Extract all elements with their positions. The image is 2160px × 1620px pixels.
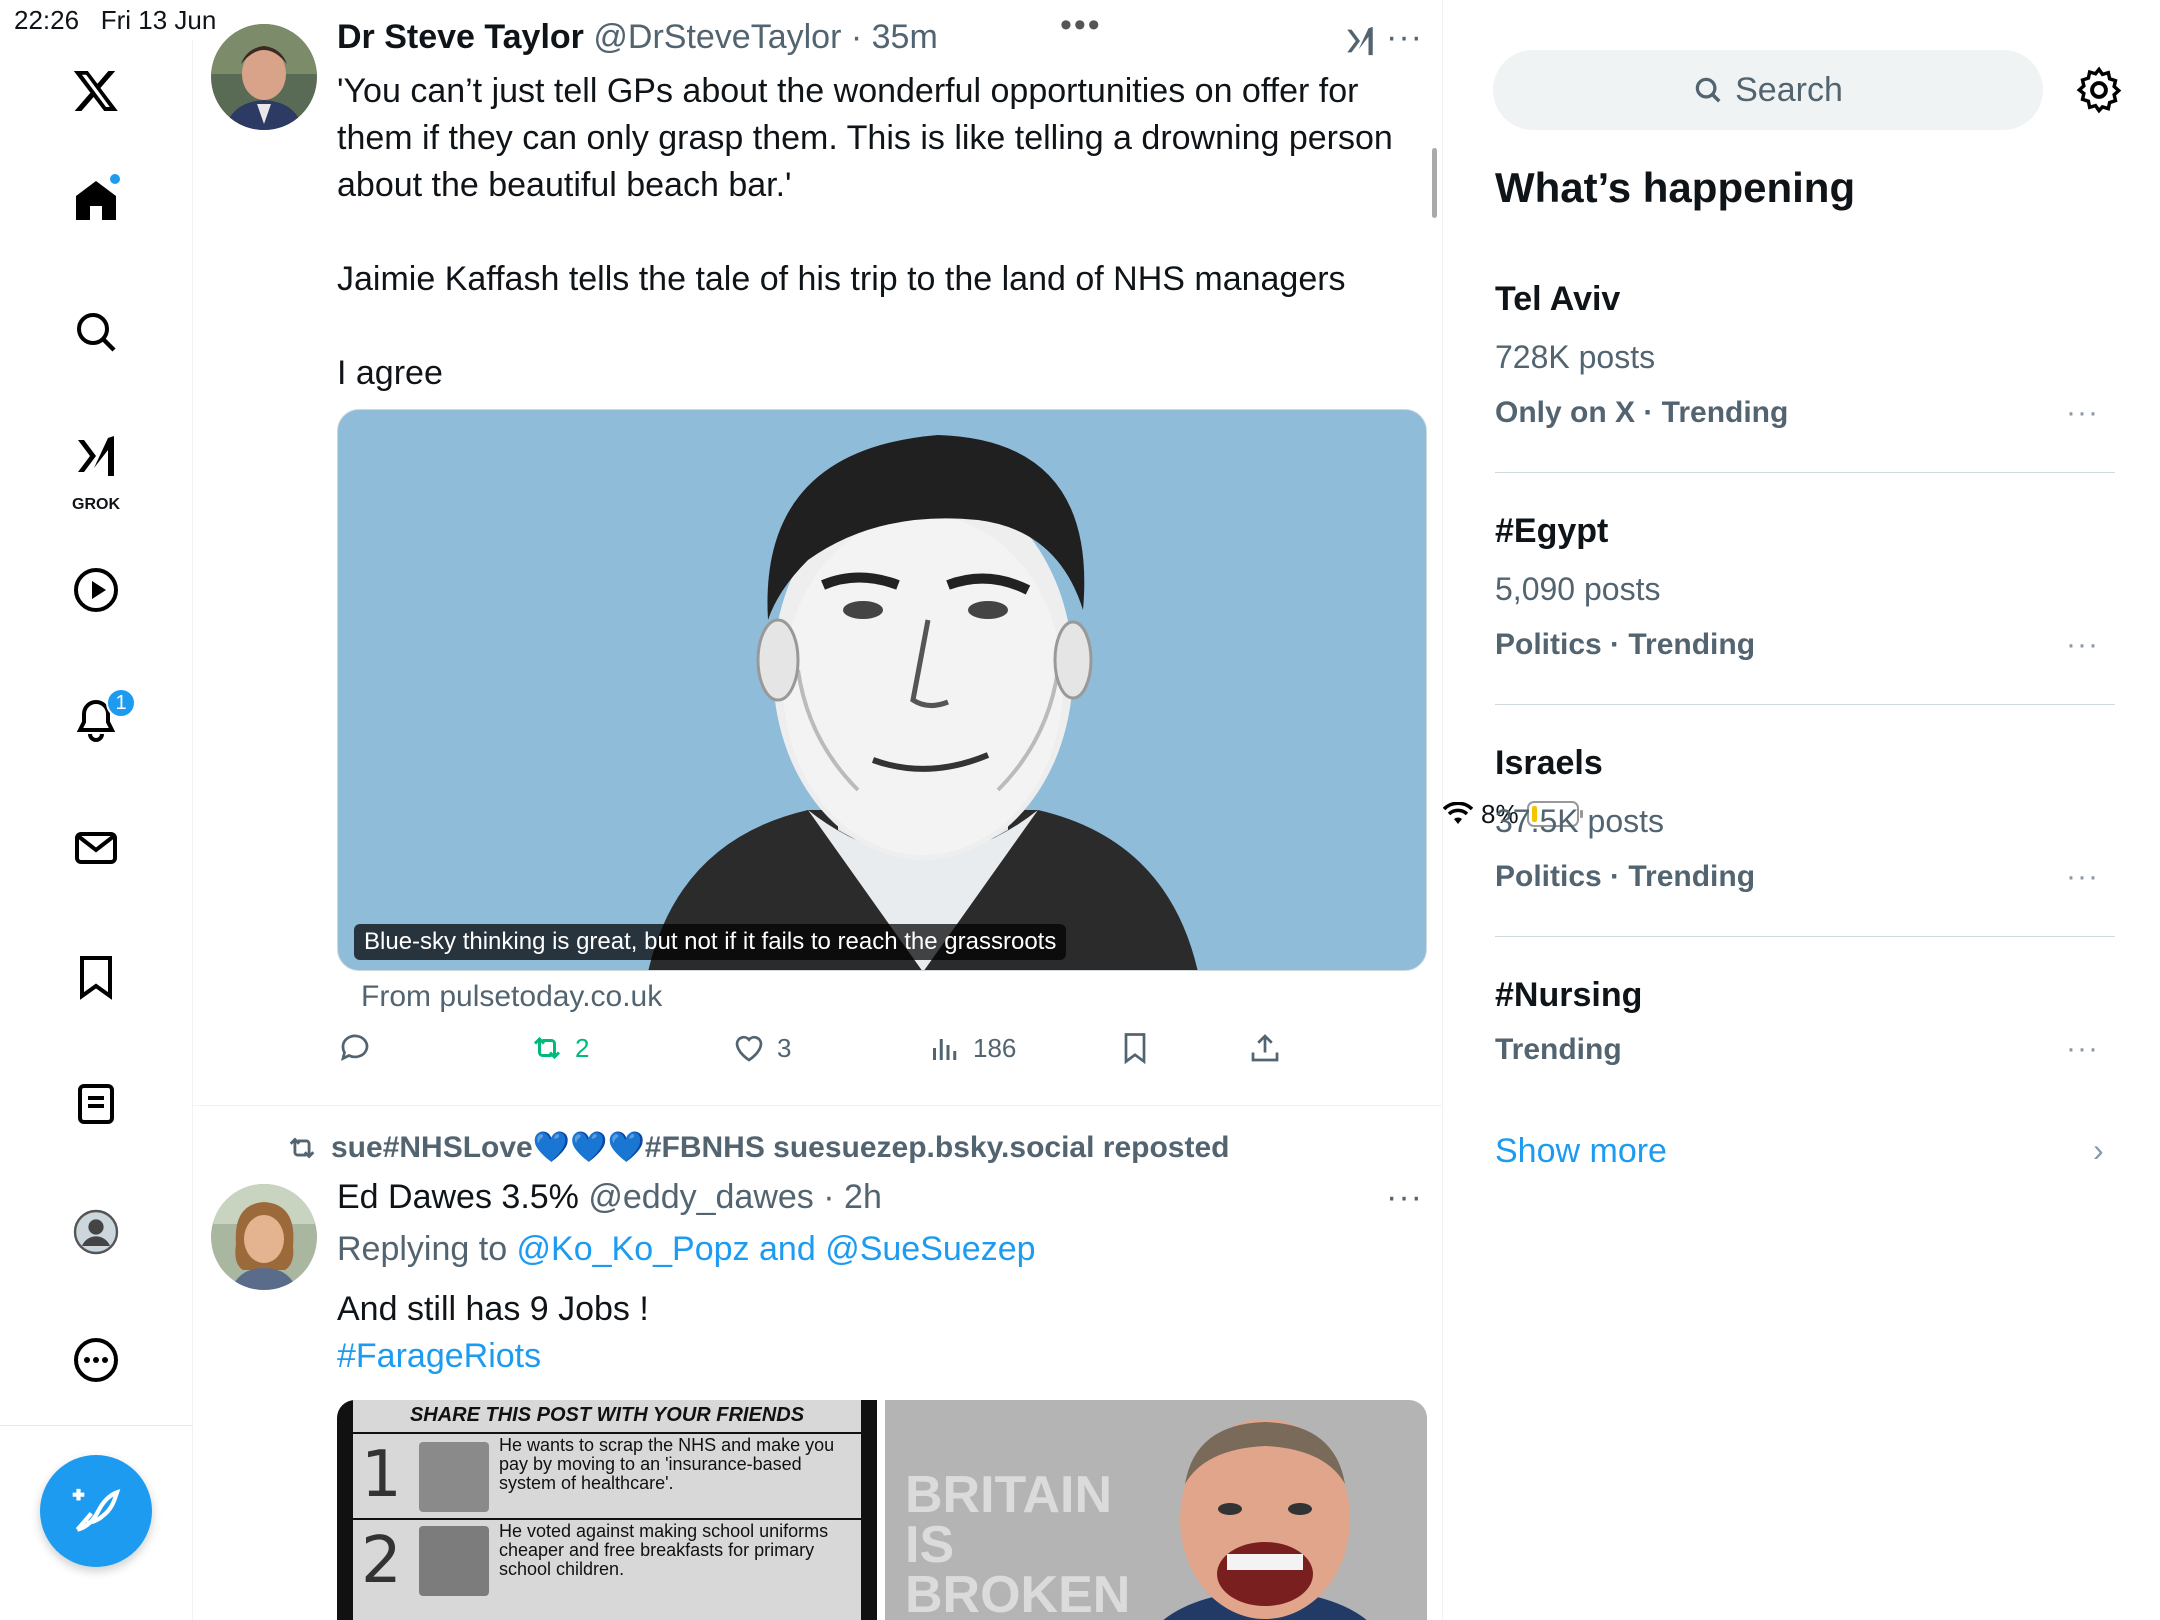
whats-happening-title: What’s happening (1495, 164, 1856, 211)
trend-item[interactable]: Israels 37.5K posts Politics · Trending … (1495, 744, 2115, 894)
lists-icon[interactable] (60, 1068, 132, 1140)
repost-context-icon (289, 1136, 315, 1159)
compose-feather-icon (72, 1488, 121, 1532)
post-text: And still has 9 Jobs ! (337, 1290, 649, 1328)
trend-title: #Nursing (1495, 976, 1643, 1014)
trend-more-icon[interactable]: ··· (2066, 628, 2099, 662)
post-header: Ed Dawes 3.5% @eddy_dawes · 2h (337, 1178, 882, 1217)
trend-divider (1495, 704, 2115, 705)
hashtag-link[interactable]: #FarageRiots (337, 1333, 1407, 1380)
trend-item[interactable]: #Nursing Trending ··· (1495, 976, 2115, 1067)
item-number: 1 (361, 1438, 402, 1512)
settings-gear-icon[interactable] (2073, 64, 2125, 116)
trend-more-icon[interactable]: ··· (2066, 1032, 2099, 1066)
post-image-left[interactable]: SHARE THIS POST WITH YOUR FRIENDS 1 He w… (337, 1400, 877, 1620)
show-more-link[interactable]: Show more (1495, 1132, 1667, 1171)
trend-meta: Politics · Trending (1495, 628, 1756, 661)
repost-context[interactable]: sue#NHSLove💙💙💙#FBNHS suesuezep.bsky.soci… (285, 1130, 1229, 1165)
post-image-right[interactable]: BRITAIN IS BROKEN (885, 1400, 1427, 1620)
profile-icon[interactable] (60, 1196, 132, 1268)
home-icon[interactable] (60, 164, 132, 236)
video-icon[interactable] (60, 554, 132, 626)
trend-meta: Politics · Trending (1495, 860, 1756, 893)
search-input[interactable]: Search (1493, 50, 2043, 130)
x-logo-icon[interactable] (60, 54, 132, 126)
trend-divider (1495, 936, 2115, 937)
image-heading: SHARE THIS POST WITH YOUR FRIENDS (409, 1404, 805, 1426)
bookmarks-icon[interactable] (60, 940, 132, 1012)
trend-count: 37.5K posts (1495, 803, 1664, 839)
trend-more-icon[interactable]: ··· (2066, 860, 2099, 894)
timeline: Dr Steve Taylor @DrSteveTaylor · 35m ···… (193, 0, 1443, 1620)
messages-icon[interactable] (60, 812, 132, 884)
chevron-right-icon: › (2093, 1132, 2104, 1168)
compose-post-button[interactable] (40, 1455, 152, 1567)
home-unread-dot (108, 172, 122, 186)
trend-title: #Egypt (1495, 512, 1609, 550)
post-ed-dawes[interactable]: sue#NHSLove💙💙💙#FBNHS suesuezep.bsky.soci… (193, 0, 1442, 1620)
trend-more-icon[interactable]: ··· (2066, 396, 2099, 430)
post-more-icon[interactable]: ··· (1386, 1178, 1423, 1217)
nav-divider (0, 1425, 193, 1426)
trend-title: Tel Aviv (1495, 280, 1621, 318)
notification-badge: 1 (106, 688, 136, 718)
image-item-2: He voted against making school uniforms … (499, 1521, 829, 1579)
search-icon[interactable] (60, 296, 132, 368)
mention-link[interactable]: @Ko_Ko_Popz (517, 1230, 750, 1268)
search-icon (1695, 77, 1721, 103)
trend-divider (1495, 472, 2115, 473)
person-photo (1163, 1419, 1367, 1620)
header-separator: · (823, 1178, 835, 1216)
image-banner-text: BRITAIN IS BROKEN (905, 1466, 1131, 1620)
notifications-icon[interactable]: 1 (60, 684, 136, 756)
grok-icon[interactable]: GROK (60, 420, 132, 513)
post-time[interactable]: 2h (844, 1178, 882, 1216)
replying-to: Replying to @Ko_Ko_Popz and @SueSuezep (337, 1230, 1036, 1268)
trend-meta: Only on X · Trending (1495, 396, 1789, 429)
more-icon[interactable] (60, 1324, 132, 1396)
mention-link[interactable]: @SueSuezep (825, 1230, 1035, 1268)
search-placeholder: Search (1735, 70, 1843, 109)
trend-item[interactable]: #Egypt 5,090 posts Politics · Trending ·… (1495, 512, 2115, 662)
trend-count: 728K posts (1495, 339, 1656, 375)
image-item-1: He wants to scrap the NHS and make you p… (499, 1435, 835, 1493)
reposted-by: sue#NHSLove💙💙💙#FBNHS suesuezep.bsky.soci… (331, 1131, 1230, 1164)
trend-title: Israels (1495, 744, 1603, 782)
photo-thumb (419, 1526, 489, 1596)
trend-meta: Trending (1495, 1033, 1622, 1066)
author-name[interactable]: Ed Dawes 3.5% (337, 1178, 579, 1216)
trend-count: 5,090 posts (1495, 571, 1661, 607)
photo-thumb (419, 1442, 489, 1512)
avatar[interactable] (211, 1184, 317, 1290)
trend-item[interactable]: Tel Aviv 728K posts Only on X · Trending… (1495, 280, 2115, 430)
grok-label: GROK (72, 496, 120, 513)
blue-hearts: 💙💙💙 (532, 1131, 645, 1164)
left-nav: GROK 1 (0, 40, 193, 1620)
scroll-indicator[interactable] (1432, 148, 1437, 218)
item-number: 2 (361, 1524, 402, 1598)
author-handle[interactable]: @eddy_dawes (588, 1178, 813, 1216)
right-sidebar: Search What’s happening Tel Aviv 728K po… (1443, 0, 2160, 1620)
status-time: 22:26 Fri 13 Jun (14, 5, 217, 35)
